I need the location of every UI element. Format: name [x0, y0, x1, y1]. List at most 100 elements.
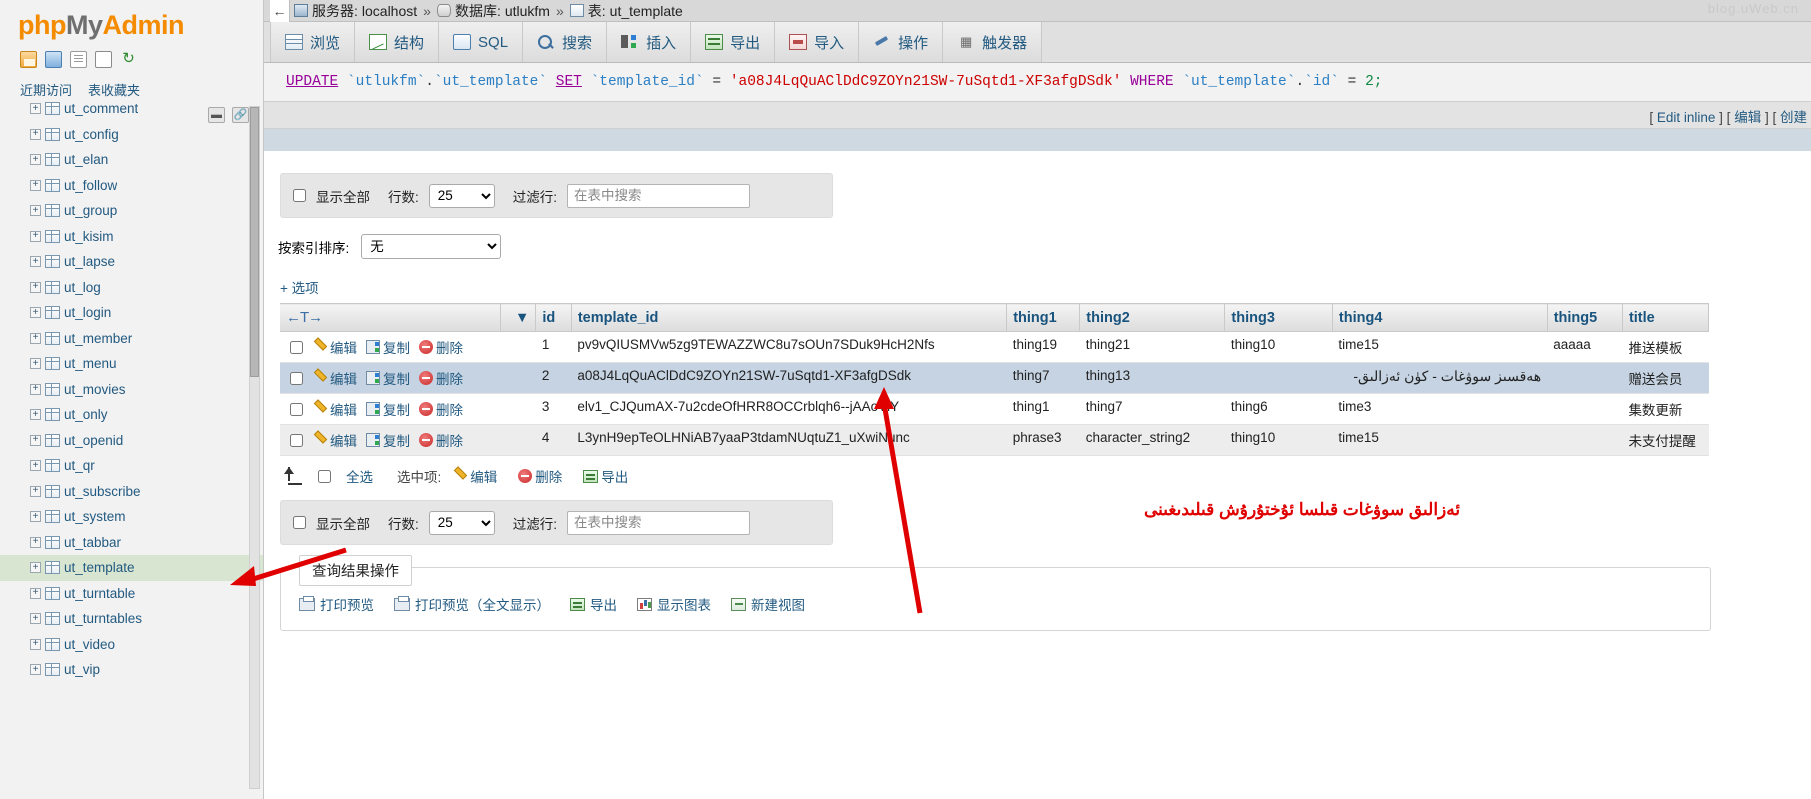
row-edit-label[interactable]: 编辑 [330, 368, 357, 388]
cell-thing1[interactable]: phrase3 [1006, 424, 1080, 456]
home-icon[interactable] [20, 51, 37, 68]
sidebar-item-ut_subscribe[interactable]: + ut_subscribe [0, 479, 263, 505]
cell-id[interactable]: 1 [535, 331, 572, 363]
row-copy-label[interactable]: 复制 [383, 399, 410, 419]
expand-icon[interactable]: + [30, 613, 41, 625]
filter-input-top[interactable] [567, 183, 751, 208]
row-copy-action[interactable]: 复制 [366, 337, 410, 357]
tab-导入[interactable]: 导入 [775, 22, 860, 62]
nav-arrows[interactable]: ←T→ [286, 309, 323, 326]
expand-icon[interactable]: + [30, 128, 41, 140]
row-edit-label[interactable]: 编辑 [330, 399, 357, 419]
row-delete-label[interactable]: 删除 [436, 430, 463, 450]
row-checkbox[interactable] [290, 372, 303, 385]
cell-thing4[interactable]: هەقسىز سوۋغات - كۈن ئەزالىق- [1332, 362, 1548, 394]
expand-icon[interactable]: + [30, 460, 41, 472]
edit-inline-link[interactable]: Edit inline [1657, 110, 1716, 125]
sidebar-item-ut_menu[interactable]: + ut_menu [0, 351, 263, 377]
column-header-thing2[interactable]: thing2 [1079, 303, 1226, 332]
expand-icon[interactable]: + [30, 179, 41, 191]
tab-插入[interactable]: 插入 [607, 22, 692, 62]
cell-thing5[interactable]: aaaaa [1547, 331, 1623, 363]
column-header-template_id[interactable]: template_id [571, 303, 1008, 332]
cell-template_id[interactable]: pv9vQIUSMVw5zg9TEWAZZWC8u7sOUn7SDuk9HcH2… [571, 331, 1007, 363]
row-delete-action[interactable]: 删除 [419, 368, 463, 388]
expand-icon[interactable]: + [30, 230, 41, 242]
sidebar-item-ut_qr[interactable]: + ut_qr [0, 453, 263, 479]
table-row[interactable]: 编辑 复制 删除 3 elv1_CJQumAX-7u2cdeOfHRR8OCCrblqh… [280, 393, 1709, 425]
cell-thing5[interactable] [1547, 393, 1623, 425]
sidebar-item-ut_only[interactable]: + ut_only [0, 402, 263, 428]
bulk-export-action[interactable]: 导出 [583, 466, 628, 486]
cell-thing3[interactable]: thing6 [1224, 393, 1333, 425]
cell-title[interactable]: 集数更新 [1622, 393, 1709, 425]
sort-caret-header[interactable]: ▼ [500, 303, 537, 332]
row-edit-action[interactable]: 编辑 [313, 399, 357, 419]
cell-id[interactable]: 4 [535, 424, 572, 456]
expand-icon[interactable]: + [30, 485, 41, 497]
column-header-thing3[interactable]: thing3 [1224, 303, 1333, 332]
sidebar-item-ut_lapse[interactable]: + ut_lapse [0, 249, 263, 275]
create-link[interactable]: 创建 [1780, 110, 1807, 125]
sidebar-item-ut_elan[interactable]: + ut_elan [0, 147, 263, 173]
table-row[interactable]: 编辑 复制 删除 2 a08J4LqQuAClDdC9ZOYn21SW-7uSqtd1-… [280, 362, 1709, 394]
sidebar-item-ut_member[interactable]: + ut_member [0, 326, 263, 352]
row-delete-label[interactable]: 删除 [436, 368, 463, 388]
cell-title[interactable]: 推送模板 [1622, 331, 1709, 363]
expand-icon[interactable]: + [30, 434, 41, 446]
row-edit-label[interactable]: 编辑 [330, 430, 357, 450]
row-delete-action[interactable]: 删除 [419, 399, 463, 419]
tree-scrollbar[interactable] [249, 106, 260, 789]
cell-thing2[interactable]: character_string2 [1079, 424, 1225, 456]
row-copy-action[interactable]: 复制 [366, 368, 410, 388]
row-copy-label[interactable]: 复制 [383, 337, 410, 357]
row-delete-label[interactable]: 删除 [436, 399, 463, 419]
bulk-export-label[interactable]: 导出 [601, 466, 628, 486]
cell-thing1[interactable]: thing7 [1006, 362, 1080, 394]
cell-thing5[interactable] [1547, 424, 1623, 456]
expand-icon[interactable]: + [30, 562, 41, 574]
sidebar-item-ut_turntable[interactable]: + ut_turntable [0, 581, 263, 607]
tree-scrollbar-thumb[interactable] [250, 107, 259, 377]
sidebar-item-ut_movies[interactable]: + ut_movies [0, 377, 263, 403]
sort-caret-icon[interactable]: ▼ [515, 310, 529, 326]
cell-thing4[interactable]: time3 [1332, 393, 1548, 425]
row-copy-label[interactable]: 复制 [383, 368, 410, 388]
exit-icon[interactable] [45, 51, 62, 68]
select-all-label[interactable]: 全选 [346, 466, 373, 486]
column-header-thing5[interactable]: thing5 [1547, 303, 1623, 332]
row-checkbox[interactable] [290, 434, 303, 447]
cell-thing2[interactable]: thing21 [1079, 331, 1225, 363]
sidebar-item-ut_video[interactable]: + ut_video [0, 632, 263, 658]
row-copy-action[interactable]: 复制 [366, 430, 410, 450]
row-checkbox[interactable] [290, 403, 303, 416]
tab-SQL[interactable]: SQL [439, 22, 524, 62]
result-op-print-icon[interactable]: 打印预览 [299, 594, 374, 614]
back-button[interactable]: ← [270, 0, 290, 22]
cell-thing4[interactable]: time15 [1332, 331, 1548, 363]
docs-icon[interactable] [70, 51, 87, 68]
cell-template_id[interactable]: elv1_CJQumAX-7u2cdeOfHRR8OCCrblqh6--jAAo… [571, 393, 1007, 425]
cell-thing3[interactable]: thing10 [1224, 424, 1333, 456]
expand-icon[interactable]: + [30, 332, 41, 344]
cell-thing5[interactable] [1547, 362, 1623, 394]
cell-id[interactable]: 2 [535, 362, 572, 394]
tab-搜索[interactable]: 搜索 [523, 22, 608, 62]
sidebar-item-ut_config[interactable]: + ut_config [0, 122, 263, 148]
sidebar-item-ut_log[interactable]: + ut_log [0, 275, 263, 301]
expand-icon[interactable]: + [30, 536, 41, 548]
bulk-edit-action[interactable]: 编辑 [453, 466, 497, 486]
breadcrumb-server-value[interactable]: localhost [362, 3, 417, 19]
sidebar-item-ut_template[interactable]: + ut_template [0, 555, 263, 581]
row-copy-action[interactable]: 复制 [366, 399, 410, 419]
cell-thing1[interactable]: thing19 [1006, 331, 1080, 363]
row-edit-action[interactable]: 编辑 [313, 337, 357, 357]
expand-icon[interactable]: + [30, 383, 41, 395]
sidebar-item-ut_login[interactable]: + ut_login [0, 300, 263, 326]
row-edit-action[interactable]: 编辑 [313, 430, 357, 450]
cell-template_id[interactable]: a08J4LqQuAClDdC9ZOYn21SW-7uSqtd1-XF3afgD… [571, 362, 1007, 394]
expand-icon[interactable]: + [30, 256, 41, 268]
show-all-checkbox-bottom[interactable] [293, 516, 306, 529]
edit-link[interactable]: 编辑 [1734, 110, 1761, 125]
cell-title[interactable]: 未支付提醒 [1622, 424, 1709, 456]
